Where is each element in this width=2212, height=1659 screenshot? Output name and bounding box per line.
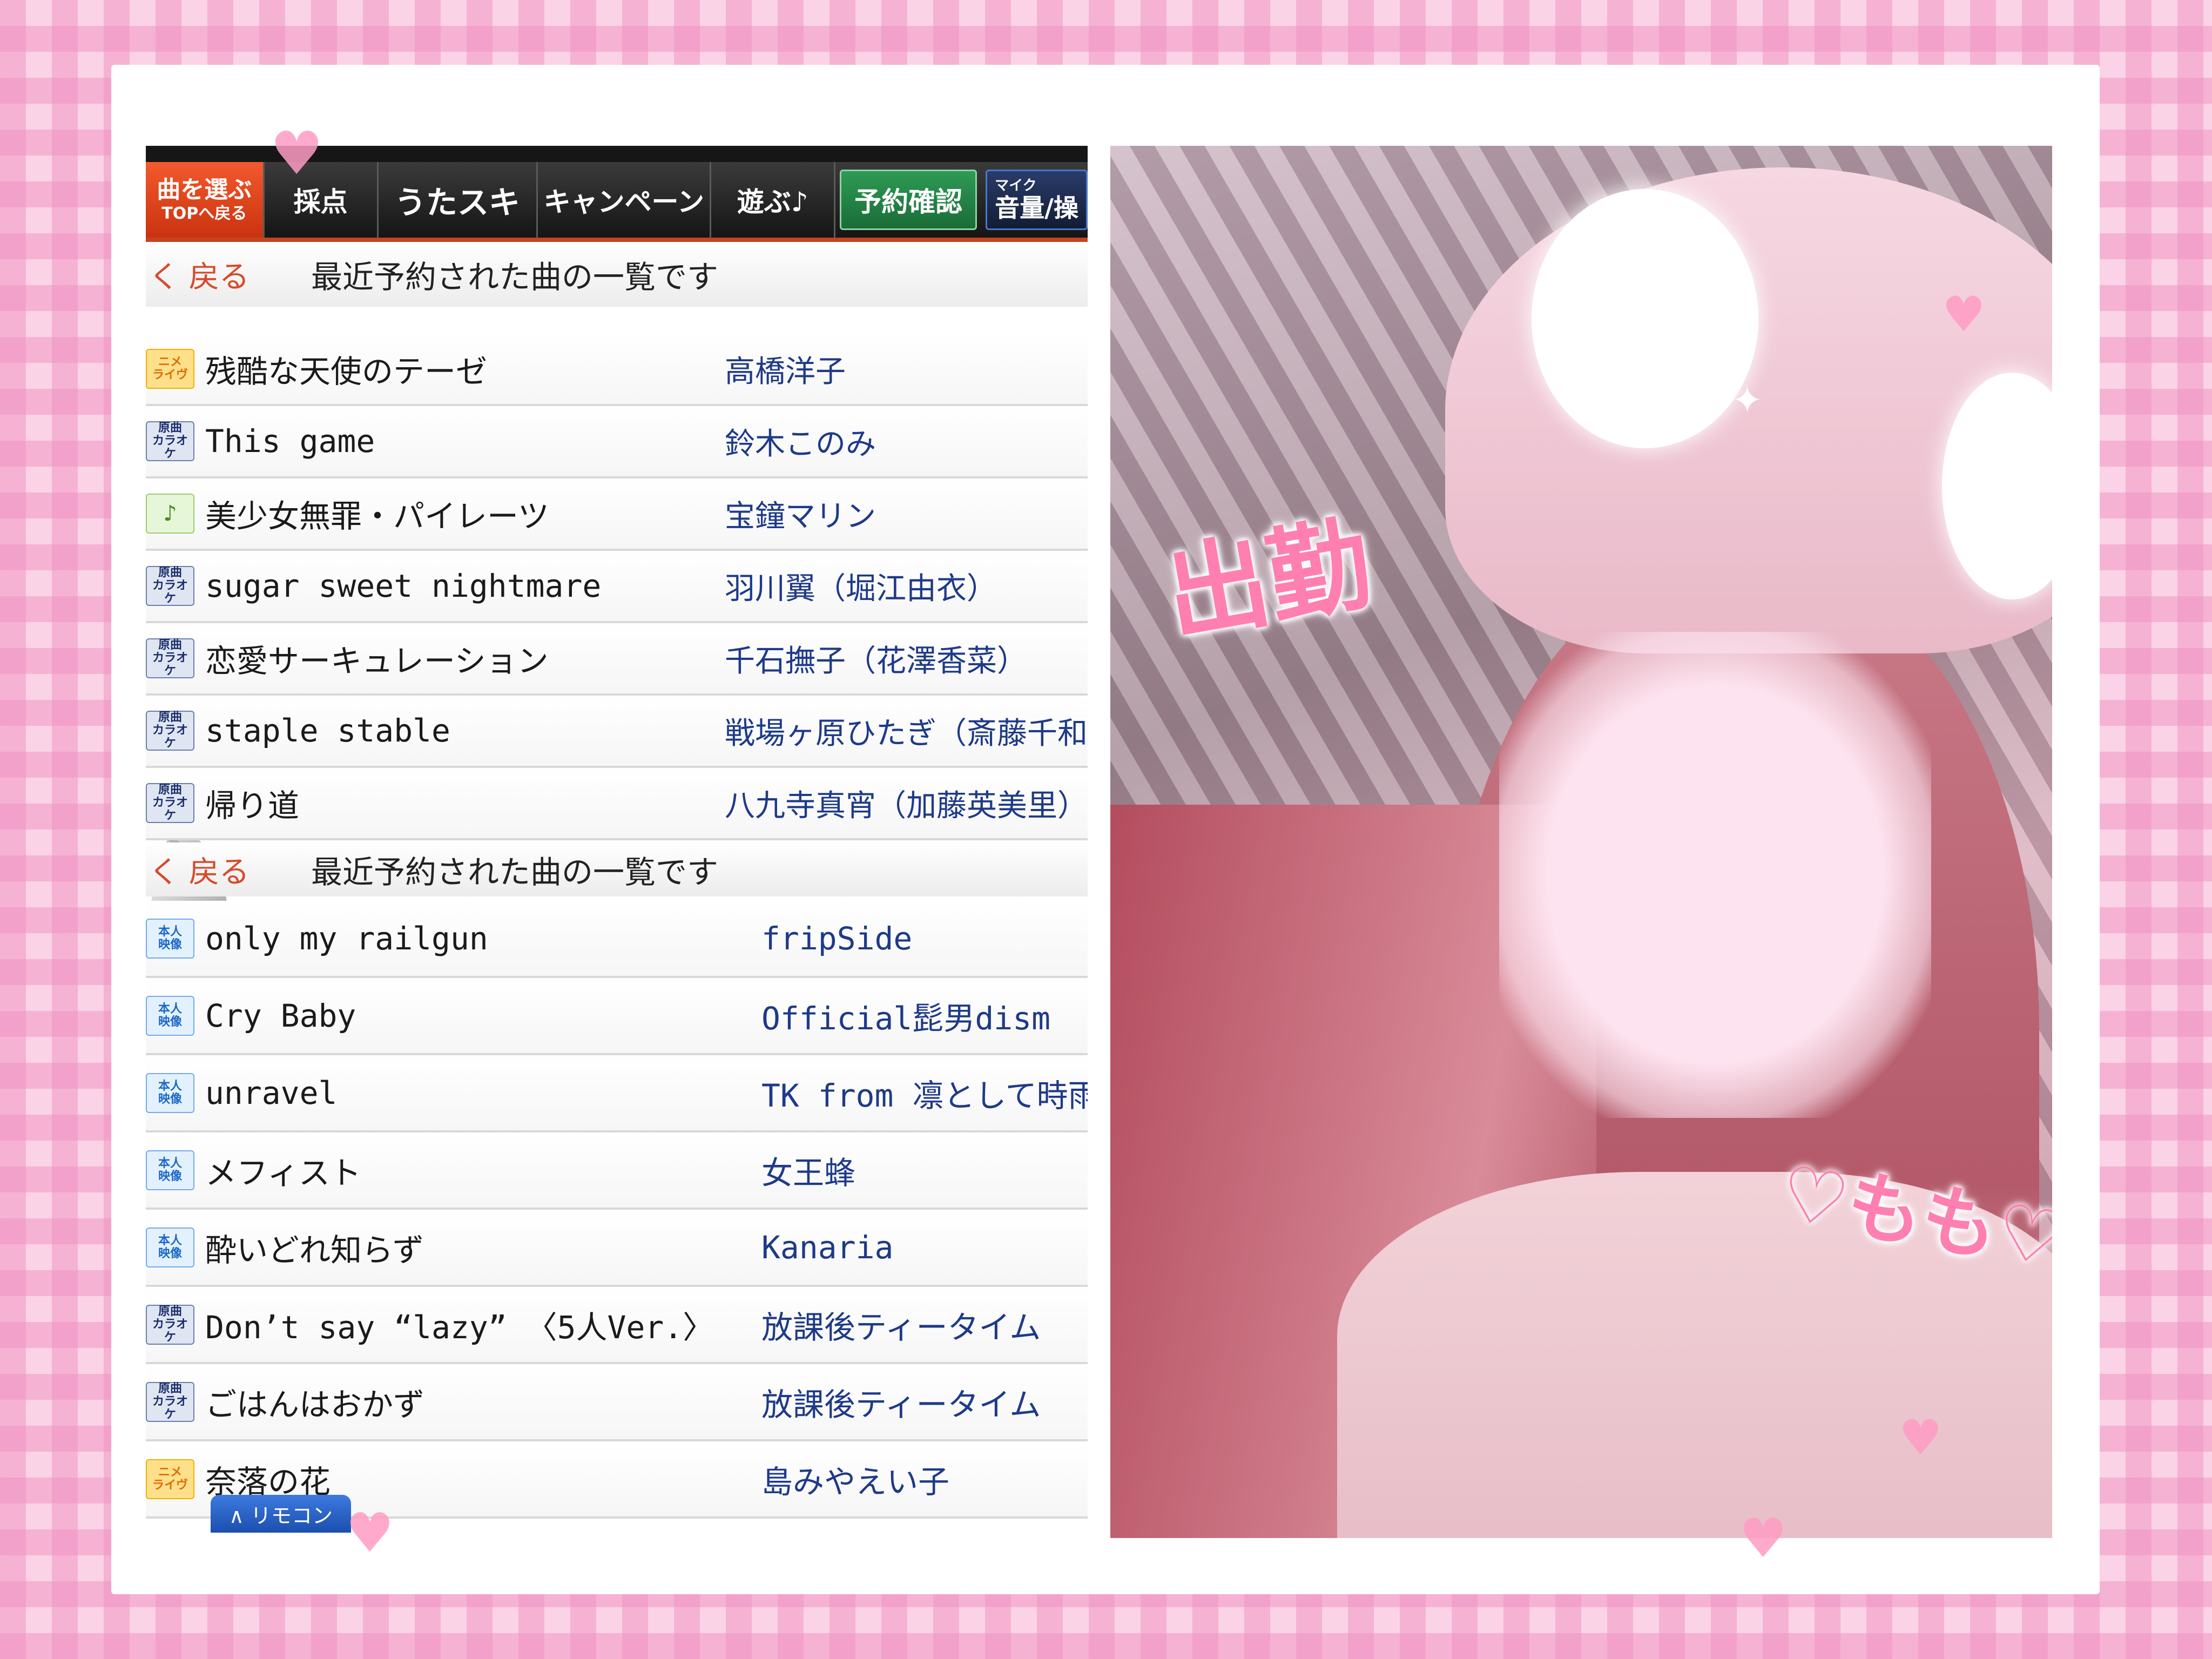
song-type-badge: 本人 映像	[146, 1227, 194, 1267]
heart-icon: ♥	[1739, 1507, 1788, 1570]
song-list-a: ニメ ライヴ 残酷な天使のテーゼ 高橋洋子原曲 カラオケ This game 鈴木このみ ♪ 美…	[146, 334, 1088, 840]
list-title: 最近予約された曲の一覧です	[311, 854, 719, 891]
karaoke-remote-screen: 曲を選ぶ TOPへ戻る 採点 🎤 うたスキ キャンペーン 遊ぶ♪ 予約確認 マイ…	[146, 146, 1088, 1534]
section-header-a: く 戻る 最近予約された曲の一覧です	[146, 242, 1088, 307]
song-title: 恋愛サーキュレーション	[205, 643, 549, 679]
song-row[interactable]: ♪ 美少女無罪・パイレーツ 宝鐘マリン	[146, 478, 1088, 551]
song-title: 帰り道	[205, 787, 300, 824]
song-artist: 戦場ヶ原ひたぎ（斎藤千和	[725, 716, 1088, 751]
face-blur-heart	[1499, 632, 1931, 1118]
heart-icon: ♥	[1899, 1410, 1943, 1466]
song-artist: 千石撫子（花澤香菜）	[725, 643, 1027, 679]
song-artist: 放課後ティータイム	[761, 1386, 1041, 1423]
song-title: 酔いどれ知らず	[205, 1231, 424, 1269]
nav-reservation-label: 予約確認	[854, 186, 963, 218]
song-title: メフィスト	[205, 1154, 361, 1191]
sparkle-icon: ✦	[1650, 286, 1682, 331]
song-artist: fripSide	[761, 920, 913, 957]
song-type-badge: ♪	[146, 494, 194, 534]
cat-ear-left	[1532, 189, 1758, 448]
list-title: 最近予約された曲の一覧です	[311, 259, 719, 295]
song-type-badge: 原曲 カラオケ	[146, 566, 194, 606]
song-artist: TK from 凛として時雨	[761, 1077, 1088, 1114]
song-type-badge: 原曲 カラオケ	[146, 638, 194, 678]
heart-icon: ♥	[346, 1501, 394, 1564]
song-type-badge: ニメ ライヴ	[146, 349, 194, 389]
song-type-badge: 原曲 カラオケ	[146, 783, 194, 823]
nav-reservation-check[interactable]: 予約確認	[840, 170, 977, 230]
song-row[interactable]: 原曲 カラオケ 恋愛サーキュレーション 千石撫子（花澤香菜）	[146, 623, 1088, 696]
selfie-photo: 出勤 ♡もも♡ ♥ ♥ ✦ ✦	[1110, 146, 2052, 1538]
song-artist: 宝鐘マリン	[725, 498, 876, 534]
heart-icon: ♥	[270, 119, 323, 188]
song-type-badge: 原曲 カラオケ	[146, 421, 194, 461]
heart-icon: ♥	[1942, 286, 1986, 343]
song-artist: 鈴木このみ	[725, 426, 876, 462]
song-row[interactable]: 原曲 カラオケ 帰り道 八九寺真宵（加藤英美里）	[146, 768, 1088, 840]
song-row[interactable]: 原曲 カラオケ sugar sweet nightmare 羽川翼（堀江由衣）	[146, 551, 1088, 623]
nav-campaign[interactable]: キャンペーン	[538, 162, 712, 238]
song-artist: Official髭男dism	[761, 1000, 1051, 1037]
song-row[interactable]: 原曲 カラオケ staple stable 戦場ヶ原ひたぎ（斎藤千和	[146, 696, 1088, 768]
song-artist: Kanaria	[761, 1229, 894, 1266]
song-artist: 高橋洋子	[725, 354, 846, 389]
song-title: only my railgun	[205, 920, 488, 957]
nav-mic-volume[interactable]: マイク 音量/操	[986, 170, 1088, 230]
section-header-b: く 戻る 最近予約された曲の一覧です	[146, 842, 1088, 896]
song-type-badge: 本人 映像	[146, 1150, 194, 1190]
nav-play-label: 遊ぶ♪	[737, 186, 808, 218]
song-title: sugar sweet nightmare	[205, 568, 602, 604]
song-title: unravel	[205, 1074, 338, 1111]
nav-top-label: 曲を選ぶ	[157, 176, 252, 204]
song-type-badge: 原曲 カラオケ	[146, 1381, 194, 1422]
song-title: 残酷な天使のテーゼ	[205, 353, 488, 390]
nav-play[interactable]: 遊ぶ♪	[711, 162, 836, 238]
song-title: staple stable	[205, 712, 450, 749]
sparkle-icon: ✦	[1731, 378, 1763, 422]
remote-control-button[interactable]: ∧ リモコン	[211, 1495, 351, 1533]
song-artist: 女王蜂	[761, 1154, 856, 1191]
song-title: 美少女無罪・パイレーツ	[205, 498, 549, 535]
song-row[interactable]: 本人 映像 メフィスト 女王蜂	[146, 1132, 1088, 1210]
song-type-badge: 本人 映像	[146, 1073, 194, 1113]
nav-utasuki[interactable]: 🎤 うたスキ	[146, 162, 538, 1085]
nav-volume-sublabel: マイク	[995, 178, 1037, 194]
song-type-badge: 本人 映像	[146, 995, 194, 1036]
song-artist: 島みやえい子	[761, 1463, 950, 1500]
song-row[interactable]: 原曲 カラオケ ごはんはおかず 放課後ティータイム	[146, 1364, 1088, 1441]
song-row[interactable]: 本人 映像 unravel TK from 凛として時雨	[146, 1055, 1088, 1132]
song-type-badge: 本人 映像	[146, 918, 194, 959]
song-title: This game	[205, 423, 375, 460]
song-type-badge: 原曲 カラオケ	[146, 1304, 194, 1345]
song-row[interactable]: 本人 映像 only my railgun fripSide	[146, 901, 1088, 978]
song-type-badge: 原曲 カラオケ	[146, 711, 194, 751]
nav-utasuki-label: うたスキ	[394, 184, 520, 221]
nav-top-sublabel: TOPへ戻る	[161, 204, 247, 223]
song-row[interactable]: 本人 映像 Cry Baby Official髭男dism	[146, 978, 1088, 1055]
back-link[interactable]: く 戻る	[146, 848, 311, 892]
nav-volume-label: 音量/操	[995, 193, 1078, 222]
song-title: ごはんはおかず	[205, 1386, 425, 1423]
song-row[interactable]: 原曲 カラオケ This game 鈴木このみ	[146, 406, 1088, 478]
nav-select-song-top[interactable]: 曲を選ぶ TOPへ戻る	[146, 162, 265, 238]
song-title: Cry Baby	[205, 997, 356, 1034]
song-row[interactable]: 原曲 カラオケ Don’t say “lazy” 〈5人Ver.〉 放課後ティータイム	[146, 1287, 1088, 1364]
song-row[interactable]: ニメ ライヴ 残酷な天使のテーゼ 高橋洋子	[146, 334, 1088, 406]
song-artist: 放課後ティータイム	[761, 1309, 1041, 1346]
song-list-b: 本人 映像 only my railgun fripSide 本人 映像 Cry Baby O…	[146, 901, 1088, 1519]
song-artist: 羽川翼（堀江由衣）	[725, 571, 997, 606]
song-row[interactable]: 本人 映像 酔いどれ知らず Kanaria	[146, 1210, 1088, 1287]
back-link[interactable]: く 戻る	[146, 253, 311, 296]
song-type-badge: ニメ ライヴ	[146, 1459, 194, 1499]
song-artist: 八九寺真宵（加藤英美里）	[725, 788, 1088, 824]
song-title: Don’t say “lazy” 〈5人Ver.〉	[205, 1309, 714, 1346]
nav-campaign-label: キャンペーン	[543, 186, 705, 218]
